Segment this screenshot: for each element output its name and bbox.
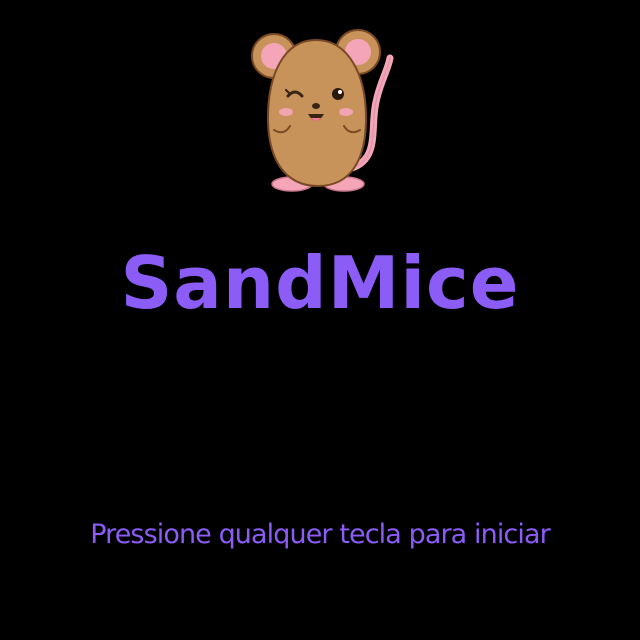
mouse-mascot-icon bbox=[251, 29, 394, 192]
game-title: SandMice bbox=[120, 241, 520, 325]
start-screen[interactable]: SandMice Pressione qualquer tecla para i… bbox=[0, 0, 640, 640]
start-prompt: Pressione qualquer tecla para iniciar bbox=[90, 519, 551, 550]
